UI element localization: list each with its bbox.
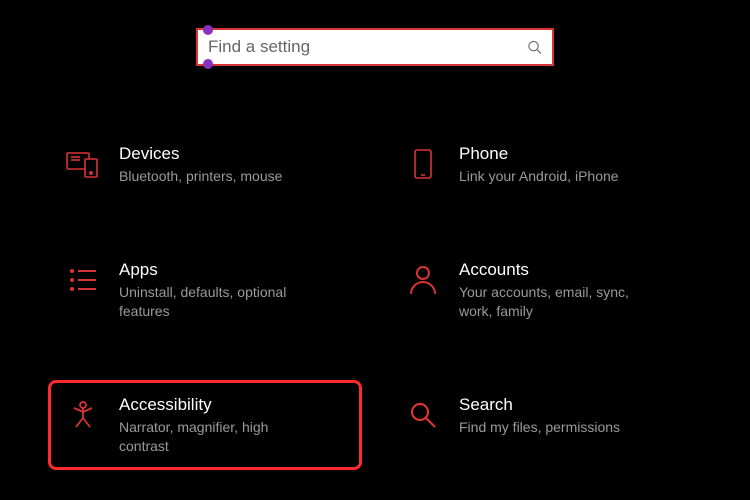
phone-icon [405,146,441,182]
tile-text: Accounts Your accounts, email, sync, wor… [459,260,685,321]
tile-text: Apps Uninstall, defaults, optional featu… [119,260,345,321]
tile-desc: Narrator, magnifier, high contrast [119,418,299,456]
devices-icon [65,146,101,182]
tile-phone[interactable]: Phone Link your Android, iPhone [395,136,695,194]
caret-marker-top [203,25,213,35]
tile-accessibility[interactable]: Accessibility Narrator, magnifier, high … [48,380,362,471]
tile-text: Accessibility Narrator, magnifier, high … [119,395,345,456]
tile-title: Phone [459,144,685,164]
tile-search[interactable]: Search Find my files, permissions [395,387,695,464]
tile-desc: Your accounts, email, sync, work, family [459,283,639,321]
tile-text: Devices Bluetooth, printers, mouse [119,144,345,186]
tile-title: Devices [119,144,345,164]
tile-devices[interactable]: Devices Bluetooth, printers, mouse [55,136,355,194]
search-box[interactable] [196,28,554,66]
tile-desc: Find my files, permissions [459,418,639,437]
search-icon [527,40,542,55]
tile-title: Accessibility [119,395,345,415]
tile-text: Phone Link your Android, iPhone [459,144,685,186]
accounts-icon [405,262,441,298]
magnifier-icon [405,397,441,433]
tile-desc: Bluetooth, printers, mouse [119,167,299,186]
search-container [0,0,750,66]
tile-accounts[interactable]: Accounts Your accounts, email, sync, wor… [395,252,695,329]
tile-apps[interactable]: Apps Uninstall, defaults, optional featu… [55,252,355,329]
search-input[interactable] [198,30,552,64]
tile-title: Apps [119,260,345,280]
caret-marker-bottom [203,59,213,69]
tile-title: Search [459,395,685,415]
tile-text: Search Find my files, permissions [459,395,685,437]
settings-grid: Devices Bluetooth, printers, mouse Phone… [55,136,695,463]
tile-desc: Link your Android, iPhone [459,167,639,186]
apps-icon [65,262,101,298]
tile-desc: Uninstall, defaults, optional features [119,283,299,321]
accessibility-icon [65,397,101,433]
tile-title: Accounts [459,260,685,280]
